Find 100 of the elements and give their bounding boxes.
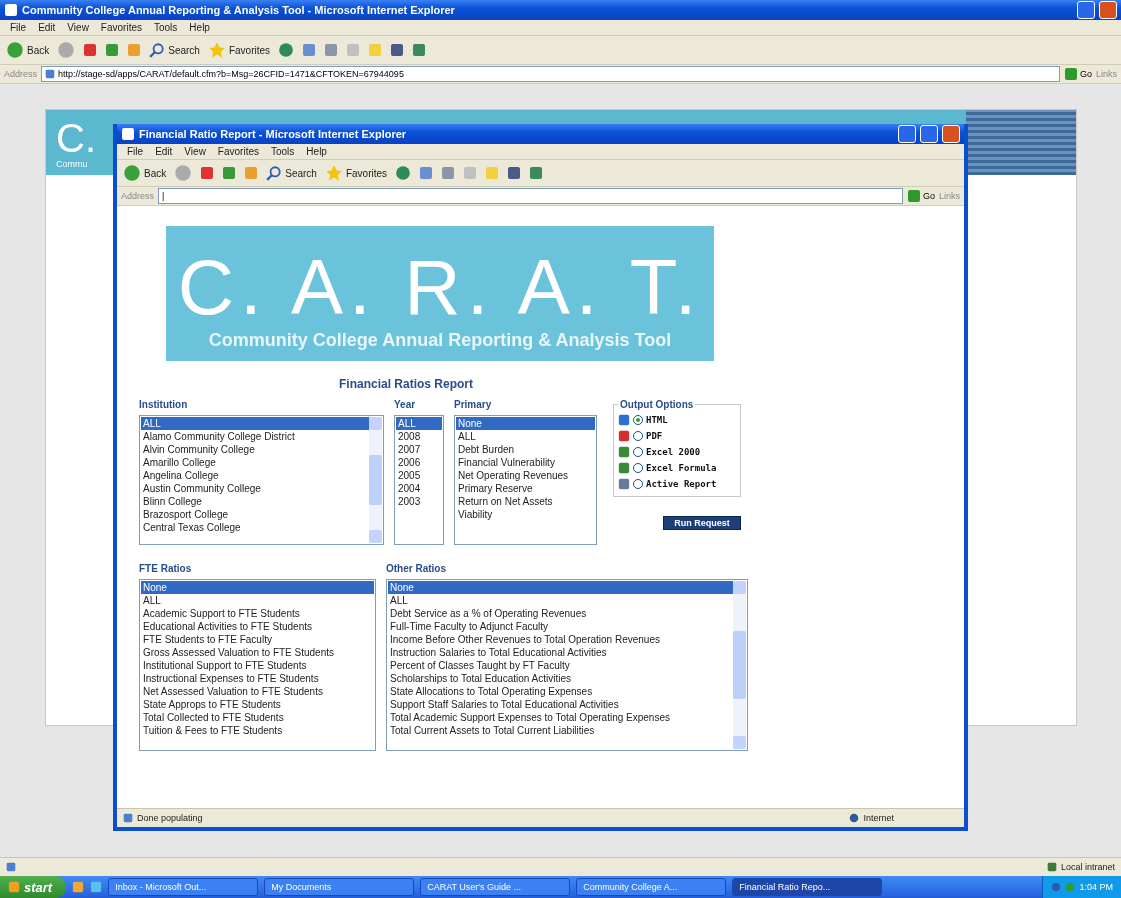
list-option[interactable]: 2004 xyxy=(396,482,442,495)
list-box[interactable]: None ALL Debt Burden Financial Vulnerability Net Operating Revenues Primary Reserve Return on Net Assets Viability xyxy=(454,415,597,545)
search-button[interactable]: Search xyxy=(149,42,200,58)
list-option[interactable]: 2003 xyxy=(396,495,442,508)
radio-button[interactable] xyxy=(633,431,643,441)
menu-item[interactable]: File xyxy=(127,146,144,157)
favorites-button[interactable]: Favorites xyxy=(207,41,271,59)
radio-button[interactable] xyxy=(633,463,643,473)
menu-item[interactable]: Help xyxy=(189,22,210,33)
list-option[interactable]: Full-Time Faculty to Adjunct Faculty xyxy=(388,620,733,633)
list-option[interactable]: Income Before Other Revenues to Total Operation Revenues xyxy=(388,633,733,646)
list-option[interactable]: Gross Assessed Valuation to FTE Students xyxy=(141,646,374,659)
list-option[interactable]: Financial Vulnerability xyxy=(456,456,595,469)
list-option[interactable]: Viability xyxy=(456,508,595,521)
list-box[interactable]: ALL 2008 2007 2006 2005 2004 2003 xyxy=(394,415,444,545)
group-legend: Output Options xyxy=(618,399,696,410)
list-option[interactable]: Support Staff Salaries to Total Educational Activities xyxy=(388,698,733,711)
list-option[interactable]: 2007 xyxy=(396,443,442,456)
maximize-button[interactable] xyxy=(920,125,938,143)
list-option[interactable]: Blinn College xyxy=(141,495,369,508)
back-button[interactable]: Back xyxy=(123,164,167,182)
list-option[interactable]: Debt Burden xyxy=(456,443,595,456)
list-option[interactable]: Total Academic Support Expenses to Total Operating Expenses xyxy=(388,711,733,724)
list-option[interactable]: Return on Net Assets xyxy=(456,495,595,508)
address-field[interactable]: | xyxy=(158,188,903,204)
logo-caption: Commu xyxy=(56,158,88,169)
list-option[interactable]: None xyxy=(388,581,733,594)
menu-item[interactable]: Favorites xyxy=(217,146,259,157)
menu-item[interactable]: View xyxy=(67,22,89,33)
list-option[interactable]: Total Collected to FTE Students xyxy=(141,711,374,724)
menu-item[interactable]: Edit xyxy=(38,22,56,33)
list-option[interactable]: Austin Community College xyxy=(141,482,369,495)
menu-item[interactable]: File xyxy=(10,22,27,33)
taskbar-button[interactable]: Financial Ratio Repo... xyxy=(732,878,883,896)
list-option[interactable]: ALL xyxy=(141,417,369,430)
list-option[interactable]: Debt Service as a % of Operating Revenues xyxy=(388,607,733,620)
list-option[interactable]: Primary Reserve xyxy=(456,482,595,495)
minimize-button[interactable] xyxy=(1077,1,1095,19)
list-option[interactable]: Instruction Salaries to Total Educational Activities xyxy=(388,646,733,659)
list-option[interactable]: Central Texas College xyxy=(141,521,369,534)
address-field[interactable]: http://stage-sd/apps/CARAT/default.cfm?b=Msg=26CFID=1471&CFTOKEN=67944095 xyxy=(41,66,1060,82)
list-option[interactable]: ALL xyxy=(388,594,733,607)
list-option[interactable]: Net Assessed Valuation to FTE Students xyxy=(141,685,374,698)
radio-button[interactable] xyxy=(633,415,643,425)
list-option[interactable]: Angelina College xyxy=(141,469,369,482)
start-button[interactable]: start xyxy=(0,876,67,898)
scrollbar[interactable] xyxy=(369,417,382,543)
taskbar-button[interactable]: CARAT User's Guide ... xyxy=(420,878,571,896)
list-option[interactable]: Net Operating Revenues xyxy=(456,469,595,482)
list-option[interactable]: Institutional Support to FTE Students xyxy=(141,659,374,672)
list-option[interactable]: ALL xyxy=(456,430,595,443)
run-request-button[interactable]: Run Request xyxy=(663,516,741,530)
search-button[interactable]: Search xyxy=(266,165,317,181)
taskbar-button[interactable]: My Documents xyxy=(264,878,415,896)
radio-button[interactable] xyxy=(633,447,643,457)
option-label: Excel Formula xyxy=(646,463,717,473)
radio-button[interactable] xyxy=(633,479,643,489)
menu-item[interactable]: Help xyxy=(306,146,327,157)
list-option[interactable]: Instructional Expenses to FTE Students xyxy=(141,672,374,685)
menu-item[interactable]: Edit xyxy=(155,146,173,157)
list-box[interactable]: ALL Alamo Community College District Alvin Community College Amarillo College Angelina College Austin Community College Blinn College Brazosport College Central Texas College xyxy=(139,415,384,545)
list-option[interactable]: None xyxy=(456,417,595,430)
list-option[interactable]: State Allocations to Total Operating Expenses xyxy=(388,685,733,698)
list-option[interactable]: Total Current Assets to Total Current Liabilities xyxy=(388,724,733,737)
list-option[interactable]: None xyxy=(141,581,374,594)
popup-title: Financial Ratio Report - Microsoft Internet Explorer xyxy=(139,128,408,140)
taskbar-button[interactable]: Inbox - Microsoft Out... xyxy=(108,878,259,896)
list-option[interactable]: 2005 xyxy=(396,469,442,482)
list-option[interactable]: ALL xyxy=(141,594,374,607)
go-button[interactable]: Go xyxy=(906,189,935,203)
list-option[interactable]: Tuition & Fees to FTE Students xyxy=(141,724,374,737)
scrollbar[interactable] xyxy=(733,581,746,749)
list-option[interactable]: Scholarships to Total Education Activities xyxy=(388,672,733,685)
list-box[interactable] xyxy=(386,579,748,751)
list-option[interactable]: Academic Support to FTE Students xyxy=(141,607,374,620)
list-option[interactable]: Educational Activities to FTE Students xyxy=(141,620,374,633)
logo-text: C. xyxy=(56,116,96,159)
list-option[interactable]: FTE Students to FTE Faculty xyxy=(141,633,374,646)
list-box[interactable] xyxy=(139,579,376,751)
list-option[interactable]: Amarillo College xyxy=(141,456,369,469)
list-option[interactable]: 2008 xyxy=(396,430,442,443)
taskbar-button[interactable]: Community College A... xyxy=(576,878,727,896)
list-label: Year xyxy=(394,399,417,410)
favorites-button[interactable]: Favorites xyxy=(324,164,388,182)
menu-item[interactable]: Tools xyxy=(154,22,178,33)
close-button[interactable] xyxy=(942,125,960,143)
list-option[interactable]: Alamo Community College District xyxy=(141,430,369,443)
list-option[interactable]: 2006 xyxy=(396,456,442,469)
menu-item[interactable]: Tools xyxy=(271,146,295,157)
list-option[interactable]: Brazosport College xyxy=(141,508,369,521)
minimize-button[interactable] xyxy=(898,125,916,143)
menu-item[interactable]: View xyxy=(184,146,206,157)
list-option[interactable]: State Approps to FTE Students xyxy=(141,698,374,711)
back-button[interactable]: Back xyxy=(6,41,50,59)
list-option[interactable]: Alvin Community College xyxy=(141,443,369,456)
menu-item[interactable]: Favorites xyxy=(100,22,142,33)
list-option[interactable]: Percent of Classes Taught by FT Faculty xyxy=(388,659,733,672)
go-button[interactable]: Go xyxy=(1063,67,1092,81)
list-option[interactable]: ALL xyxy=(396,417,442,430)
close-button[interactable] xyxy=(1099,1,1117,19)
